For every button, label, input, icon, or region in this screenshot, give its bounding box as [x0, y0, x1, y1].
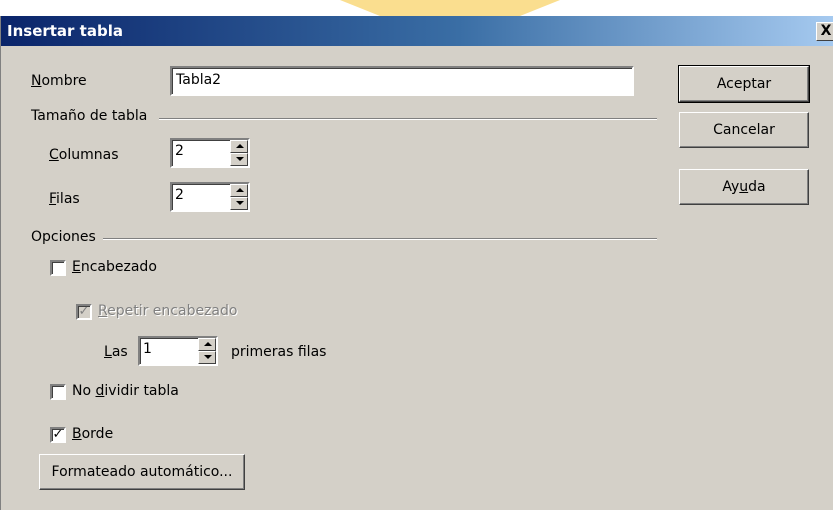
rows-label: Filas	[49, 191, 80, 207]
columns-increment-button[interactable]	[230, 140, 248, 153]
rows-spinbox[interactable]: 2	[170, 182, 250, 212]
columns-label: Columnas	[49, 147, 119, 163]
repeat-header-label: Repetir encabezado	[98, 303, 238, 319]
border-checkbox[interactable]: ✓	[50, 427, 66, 443]
title-bar: Insertar tabla X	[1, 16, 833, 46]
rows-count-suffix: primeras filas	[231, 344, 327, 360]
no-split-checkbox[interactable]	[50, 384, 66, 400]
border-label: Borde	[72, 426, 114, 442]
rows-increment-button[interactable]	[230, 184, 248, 197]
columns-decrement-button[interactable]	[230, 153, 248, 166]
help-button[interactable]: Ayuda	[679, 169, 809, 205]
insert-table-dialog: Insertar tabla X Nombre Tabla2 Tamaño de…	[0, 16, 833, 510]
cancel-button[interactable]: Cancelar	[679, 112, 809, 148]
repeat-rows-spinbox[interactable]: 1	[138, 336, 218, 366]
check-icon: ✓	[52, 427, 64, 442]
accept-button[interactable]: Aceptar	[678, 65, 810, 103]
rows-value: 2	[175, 187, 184, 203]
autoformat-button[interactable]: Formateado automático...	[39, 454, 245, 490]
no-split-label: No dividir tabla	[72, 383, 179, 399]
columns-value: 2	[175, 143, 184, 159]
close-icon: X	[820, 23, 832, 39]
header-checkbox[interactable]	[50, 260, 66, 276]
name-input[interactable]: Tabla2	[170, 66, 634, 96]
name-label: Nombre	[31, 73, 87, 89]
header-label: Encabezado	[72, 259, 157, 275]
dialog-title: Insertar tabla	[7, 22, 123, 40]
repeat-rows-decrement-button[interactable]	[198, 351, 216, 364]
table-size-heading: Tamaño de tabla	[31, 108, 148, 124]
repeat-rows-increment-button[interactable]	[198, 338, 216, 351]
rows-count-prefix: Las	[104, 344, 128, 360]
close-button[interactable]: X	[816, 22, 833, 41]
rows-decrement-button[interactable]	[230, 197, 248, 210]
options-heading: Opciones	[31, 229, 96, 245]
repeat-header-checkbox[interactable]: ✓	[76, 304, 92, 320]
repeat-rows-value: 1	[143, 341, 152, 357]
options-separator	[103, 238, 657, 240]
check-icon: ✓	[78, 304, 90, 319]
columns-spinbox[interactable]: 2	[170, 138, 250, 168]
name-input-value: Tabla2	[176, 72, 222, 88]
table-size-separator	[159, 118, 657, 120]
